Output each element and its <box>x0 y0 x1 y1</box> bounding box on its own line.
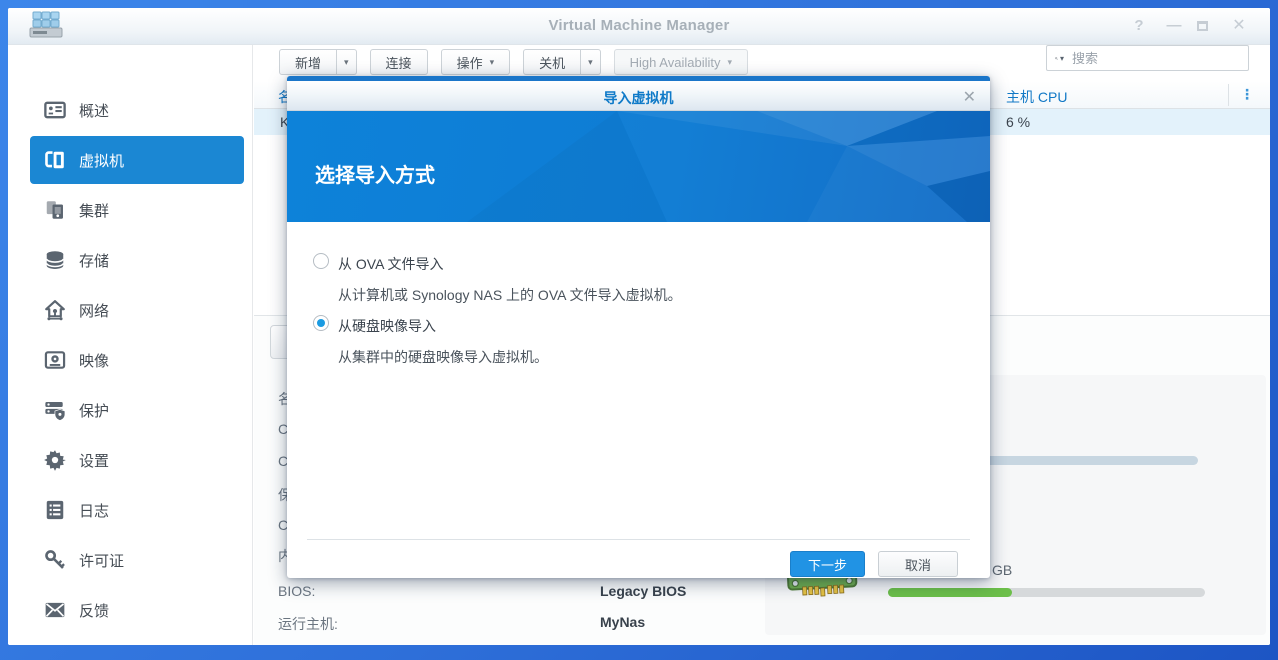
window-title: Virtual Machine Manager <box>8 17 1270 34</box>
running-host-value: MyNas <box>600 614 645 630</box>
dialog-footer-divider <box>307 539 970 540</box>
shutdown-button[interactable]: 关机 <box>523 49 581 75</box>
sidebar-item-virtual-machine[interactable]: 虚拟机 <box>30 136 244 184</box>
disk-image-icon <box>44 349 66 371</box>
dialog-heading: 选择导入方式 <box>315 159 435 188</box>
radio-description-ova: 从计算机或 Synology NAS 上的 OVA 文件导入虚拟机。 <box>338 285 682 305</box>
shutdown-split-button: 关机 ▾ <box>523 49 601 75</box>
radio-import-from-ova[interactable] <box>313 253 329 269</box>
sidebar-item-storage[interactable]: 存储 <box>30 236 244 284</box>
running-host-label: 运行主机: <box>278 614 338 634</box>
memory-unit-label: GB <box>992 562 1012 578</box>
chevron-down-icon: ▾ <box>344 57 349 68</box>
sidebar-item-overview[interactable]: 概述 <box>30 86 244 134</box>
search-icon <box>1055 51 1058 66</box>
sidebar-item-feedback[interactable]: 反馈 <box>30 586 244 634</box>
sidebar-item-label: 许可证 <box>79 550 124 571</box>
dialog-close-icon[interactable]: ✕ <box>963 87 976 107</box>
memory-bar-track <box>888 588 1205 597</box>
sidebar-item-log[interactable]: 日志 <box>30 486 244 534</box>
radio-label-disk-image[interactable]: 从硬盘映像导入 <box>338 316 436 336</box>
close-icon[interactable]: ✕ <box>1228 16 1250 36</box>
sidebar-item-cluster[interactable]: 集群 <box>30 186 244 234</box>
title-bar: Virtual Machine Manager ? — ✕ <box>8 8 1270 45</box>
sidebar-item-settings[interactable]: 设置 <box>30 436 244 484</box>
sidebar-item-license[interactable]: 许可证 <box>30 536 244 584</box>
memory-bar-fill <box>888 588 1012 597</box>
search-filter-caret-icon[interactable]: ▾ <box>1060 54 1064 63</box>
column-separator <box>1228 84 1229 106</box>
sidebar-item-protection[interactable]: 保护 <box>30 386 244 434</box>
add-button[interactable]: 新增 <box>279 49 337 75</box>
sidebar-item-image[interactable]: 映像 <box>30 336 244 384</box>
add-dropdown-button[interactable]: ▾ <box>337 49 357 75</box>
shield-server-icon <box>44 399 66 421</box>
action-button[interactable]: 操作 ▾ <box>441 49 511 75</box>
sidebar-item-label: 存储 <box>79 250 109 271</box>
radio-description-disk-image: 从集群中的硬盘映像导入虚拟机。 <box>338 347 548 367</box>
radio-import-from-disk-image[interactable] <box>313 315 329 331</box>
mail-icon <box>44 599 66 621</box>
sidebar-item-network[interactable]: 网络 <box>30 286 244 334</box>
high-availability-button: High Availability ▾ <box>614 49 748 75</box>
dialog-banner: 选择导入方式 <box>287 111 990 222</box>
gear-icon <box>44 449 66 471</box>
cancel-button[interactable]: 取消 <box>878 551 958 577</box>
chevron-down-icon: ▾ <box>727 57 732 68</box>
bios-value: Legacy BIOS <box>600 583 686 599</box>
sidebar-item-label: 反馈 <box>79 600 109 621</box>
key-icon <box>44 549 66 571</box>
vm-host-cpu-value: 6 % <box>1006 114 1030 130</box>
sidebar-item-label: 虚拟机 <box>79 150 124 171</box>
sidebar: 概述 虚拟机 集群 <box>8 45 253 645</box>
shutdown-dropdown-button[interactable]: ▾ <box>581 49 601 75</box>
sidebar-item-label: 映像 <box>79 350 109 371</box>
chevron-down-icon: ▾ <box>490 57 495 68</box>
sidebar-item-label: 概述 <box>79 100 109 121</box>
import-vm-dialog: 导入虚拟机 ✕ 选择导入方式 从 OVA 文件导入 从计算机或 Synology… <box>287 76 990 578</box>
sidebar-item-label: 集群 <box>79 200 109 221</box>
dialog-title-bar: 导入虚拟机 ✕ <box>287 81 990 111</box>
overview-icon <box>44 99 66 121</box>
vm-icon <box>44 149 66 171</box>
help-icon[interactable]: ? <box>1128 16 1150 36</box>
search-box: ▾ <box>1046 45 1249 71</box>
column-header-host-cpu[interactable]: 主机 CPU <box>1006 87 1067 107</box>
sidebar-item-label: 保护 <box>79 400 109 421</box>
log-icon <box>44 499 66 521</box>
connect-button[interactable]: 连接 <box>370 49 428 75</box>
chevron-down-icon: ▾ <box>588 57 593 68</box>
sidebar-item-label: 网络 <box>79 300 109 321</box>
dialog-title: 导入虚拟机 <box>287 88 990 108</box>
sidebar-item-label: 设置 <box>79 450 109 471</box>
cluster-icon <box>44 199 66 221</box>
radio-label-ova[interactable]: 从 OVA 文件导入 <box>338 254 444 274</box>
search-input[interactable] <box>1072 51 1248 66</box>
sidebar-item-label: 日志 <box>79 500 109 521</box>
next-button[interactable]: 下一步 <box>790 551 865 577</box>
bios-label: BIOS: <box>278 583 315 599</box>
maximize-icon[interactable] <box>1197 21 1208 31</box>
add-split-button: 新增 ▾ <box>279 49 357 75</box>
storage-icon <box>44 249 66 271</box>
app-window: Virtual Machine Manager ? — ✕ 概述 虚拟机 <box>8 8 1270 645</box>
minimize-icon[interactable]: — <box>1163 16 1185 36</box>
network-icon <box>44 299 66 321</box>
column-options-icon[interactable]: ⋮ <box>1238 86 1256 103</box>
